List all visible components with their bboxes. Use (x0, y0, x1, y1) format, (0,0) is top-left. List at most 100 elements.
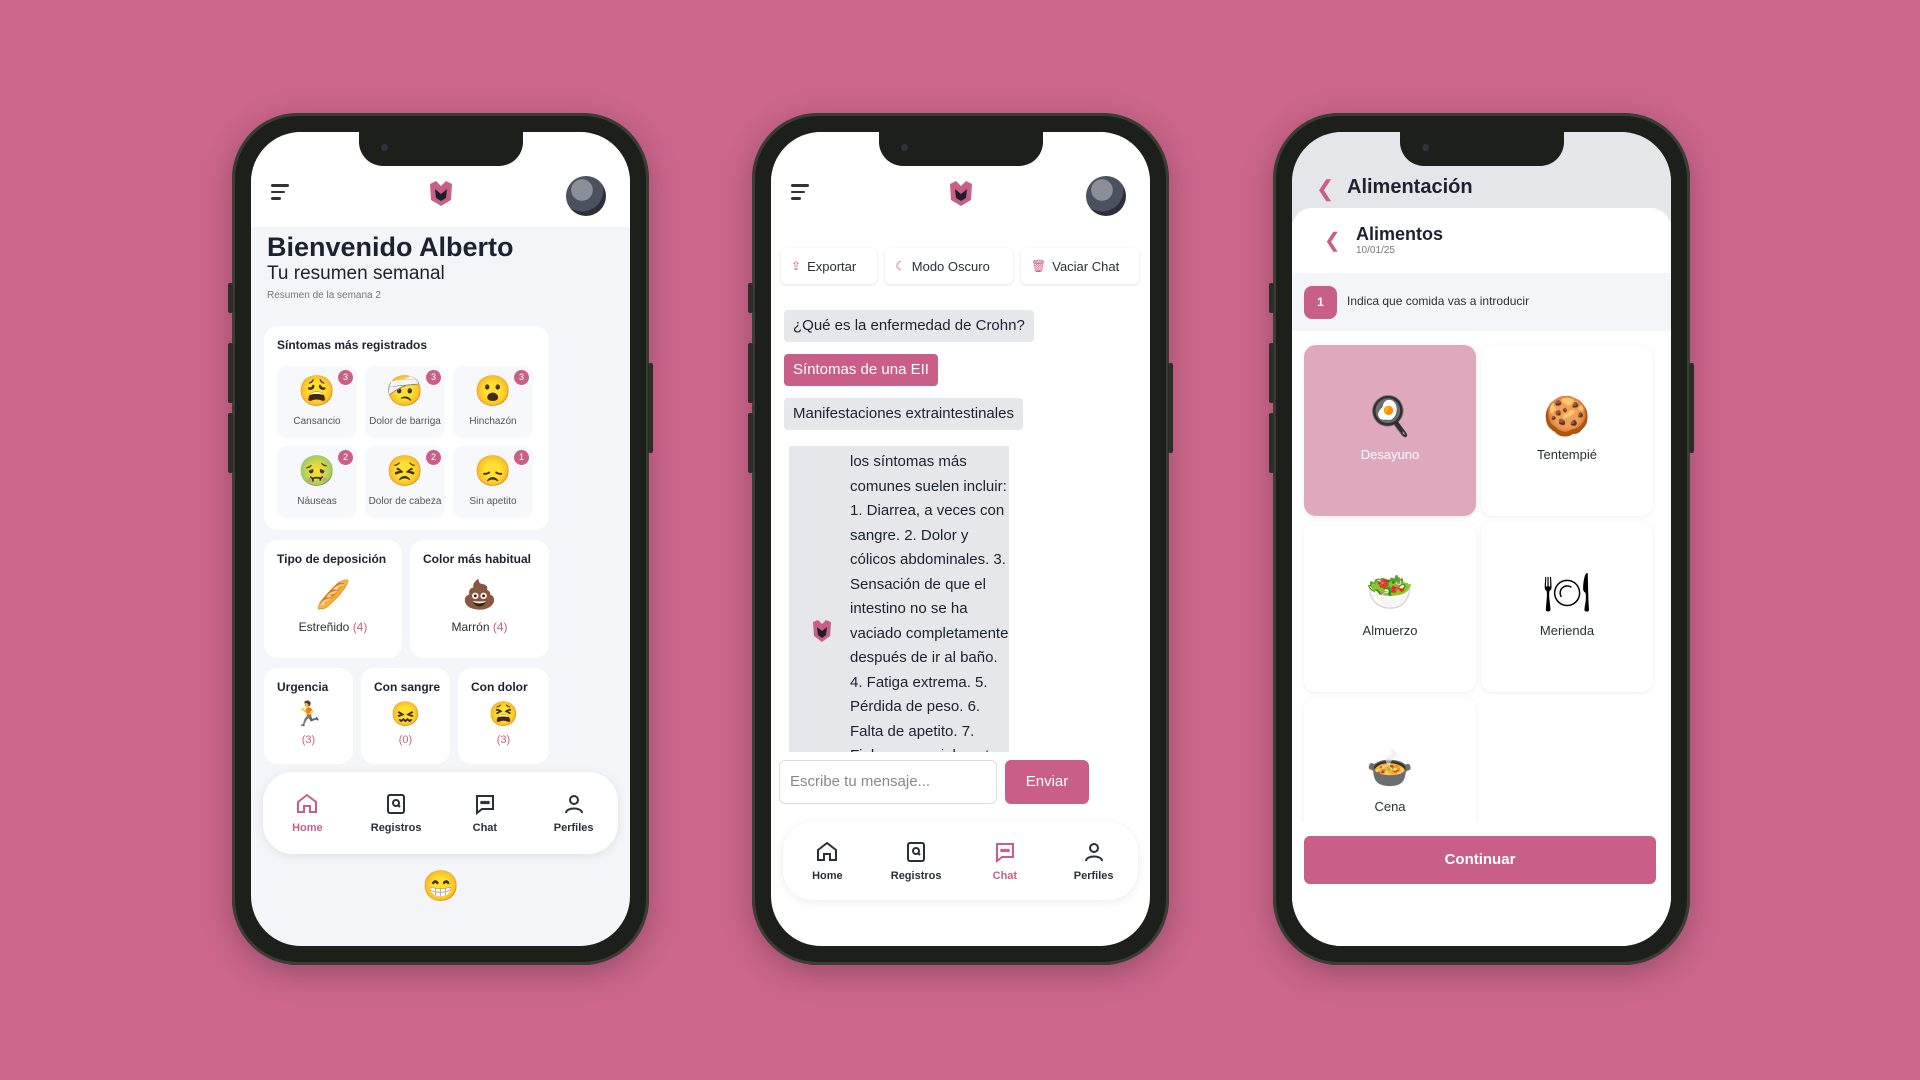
urgency-card[interactable]: Urgencia 🏃 (3) (264, 668, 353, 764)
back-chevron-icon[interactable]: ❮ (1316, 176, 1334, 202)
notch (358, 132, 523, 166)
registros-icon (387, 794, 406, 814)
symptom-count-badge: 2 (338, 450, 353, 465)
suggestion-chip[interactable]: ¿Qué es la enfermedad de Crohn? (784, 310, 1034, 342)
symptom-item[interactable]: 😞 Sin apetito 1 (453, 446, 533, 518)
bot-message-text: los síntomas más comunes suelen incluir:… (850, 453, 1009, 752)
suggestion-chip[interactable]: Síntomas de una EII (784, 354, 938, 386)
clear-chat-button[interactable]: 🗑 Vaciar Chat (1021, 248, 1139, 284)
snack-icon: 🍪 (1543, 396, 1591, 438)
dark-mode-button[interactable]: ☾ Modo Oscuro (885, 248, 1013, 284)
nav-chat[interactable]: Chat (445, 792, 525, 834)
bottom-nav: Home Registros Chat Perfiles (263, 772, 618, 854)
meal-option-tentempie[interactable]: 🍪 Tentempié (1481, 345, 1653, 516)
color-card[interactable]: Color más habitual 💩 Marrón (4) (410, 540, 549, 658)
urgency-count: (3) (301, 734, 316, 746)
grinning-emoji-icon: 😁 (422, 870, 460, 903)
bot-message: los síntomas más comunes suelen incluir:… (789, 446, 1009, 752)
phone-chat: ⇪ Exportar ☾ Modo Oscuro 🗑 Vaciar Chat ¿… (748, 113, 1173, 965)
nav-registros-label: Registros (370, 822, 422, 834)
food-title: Alimentos (1356, 224, 1444, 244)
nav-perfiles-label: Perfiles (553, 822, 594, 834)
nav-perfiles[interactable]: Perfiles (1054, 840, 1134, 882)
dark-mode-label: Modo Oscuro (911, 258, 990, 274)
nav-perfiles[interactable]: Perfiles (534, 792, 614, 834)
food-subheader: Alimentos 10/01/25 (1356, 224, 1443, 256)
menu-icon[interactable] (791, 184, 811, 200)
deposition-card[interactable]: Tipo de deposición 🥖 Estreñido (4) (264, 540, 402, 658)
send-button[interactable]: Enviar (1005, 760, 1089, 804)
profile-icon (1084, 843, 1103, 862)
nav-chat[interactable]: Chat (965, 840, 1045, 882)
blood-title: Con sangre (374, 680, 441, 694)
symptom-count-badge: 3 (514, 370, 529, 385)
pain-title: Con dolor (471, 680, 528, 694)
meal-option-almuerzo[interactable]: 🥗 Almuerzo (1304, 521, 1476, 692)
avatar[interactable] (1086, 176, 1126, 216)
symptom-label: Dolor de barriga (369, 416, 441, 427)
bottom-nav: Home Registros Chat Perfiles (783, 822, 1138, 900)
menu-icon[interactable] (271, 184, 291, 200)
lunch-icon: 🥗 (1366, 572, 1414, 614)
symptom-item[interactable]: 😩 Cansancio 3 (277, 366, 357, 438)
color-count: (4) (492, 620, 508, 634)
constipated-stool-icon: 🥖 (315, 579, 351, 610)
pain-icon: 😫 (488, 701, 519, 728)
deposition-count: (4) (352, 620, 368, 634)
nav-registros[interactable]: Registros (876, 840, 956, 882)
symptom-label: Hinchazón (469, 416, 517, 427)
chat-icon (475, 795, 494, 816)
nav-chat-label: Chat (992, 870, 1018, 882)
home-icon (297, 793, 318, 813)
meal-label: Desayuno (1360, 447, 1420, 462)
app-logo-icon (429, 181, 452, 206)
nav-home-label: Home (812, 870, 843, 882)
meal-label: Almuerzo (1362, 623, 1418, 638)
back-chevron-icon[interactable]: ❮ (1324, 228, 1341, 253)
trash-icon: 🗑 (1031, 259, 1047, 273)
meal-option-desayuno[interactable]: 🍳 Desayuno (1304, 345, 1476, 516)
blood-count: (0) (398, 734, 413, 746)
blood-card[interactable]: Con sangre 😖 (0) (361, 668, 450, 764)
nav-home[interactable]: Home (787, 840, 867, 882)
continue-button[interactable]: Continuar (1304, 836, 1656, 884)
food-screen: ❮ Alimentación ❮ Alimentos 10/01/25 1 In… (1292, 132, 1671, 946)
food-header-title: Alimentación (1347, 176, 1473, 198)
step-row: 1 Indica que comida vas a introducir (1292, 273, 1671, 331)
nav-perfiles-label: Perfiles (1073, 870, 1114, 882)
urgency-icon: 🏃 (293, 701, 324, 728)
urgency-title: Urgencia (277, 680, 329, 694)
symptom-item[interactable]: 🤢 Náuseas 2 (277, 446, 357, 518)
symptom-item[interactable]: 🤕 Dolor de barriga 3 (365, 366, 445, 438)
breakfast-icon: 🍳 (1366, 396, 1414, 438)
chat-icon (995, 843, 1014, 864)
symptom-label: Dolor de cabeza (368, 496, 442, 507)
brown-stool-icon: 💩 (462, 579, 497, 610)
symptom-item[interactable]: 😮 Hinchazón 3 (453, 366, 533, 438)
food-date: 10/01/25 (1356, 245, 1395, 256)
export-button[interactable]: ⇪ Exportar (781, 248, 877, 284)
color-value: Marrón (4) (410, 620, 549, 634)
suggestion-chip[interactable]: Manifestaciones extraintestinales (784, 398, 1023, 430)
step-number: 1 (1304, 286, 1337, 319)
symptom-label: Náuseas (297, 496, 337, 507)
nav-home[interactable]: Home (267, 792, 347, 834)
nav-registros-label: Registros (890, 870, 942, 882)
symptom-count-badge: 1 (514, 450, 529, 465)
welcome-block: Bienvenido Alberto Tu resumen semanal Re… (267, 232, 514, 303)
deposition-type: Estreñido (298, 620, 350, 634)
avatar[interactable] (566, 176, 606, 216)
home-screen: Bienvenido Alberto Tu resumen semanal Re… (251, 132, 630, 946)
dinner-icon: 🍲 (1366, 748, 1414, 790)
app-logo-icon (949, 181, 972, 206)
nav-registros[interactable]: Registros (356, 792, 436, 834)
message-input[interactable]: Escribe tu mensaje... (779, 760, 997, 804)
meal-label: Merienda (1539, 623, 1595, 638)
symptom-item[interactable]: 😣 Dolor de cabeza 2 (365, 446, 445, 518)
phone-home: Bienvenido Alberto Tu resumen semanal Re… (228, 113, 653, 965)
blood-icon: 😖 (390, 701, 421, 728)
meal-option-merienda[interactable]: 🍽 Merienda (1481, 521, 1653, 692)
export-label: Exportar (807, 258, 857, 274)
pain-card[interactable]: Con dolor 😫 (3) (458, 668, 549, 764)
clear-chat-label: Vaciar Chat (1052, 258, 1120, 274)
